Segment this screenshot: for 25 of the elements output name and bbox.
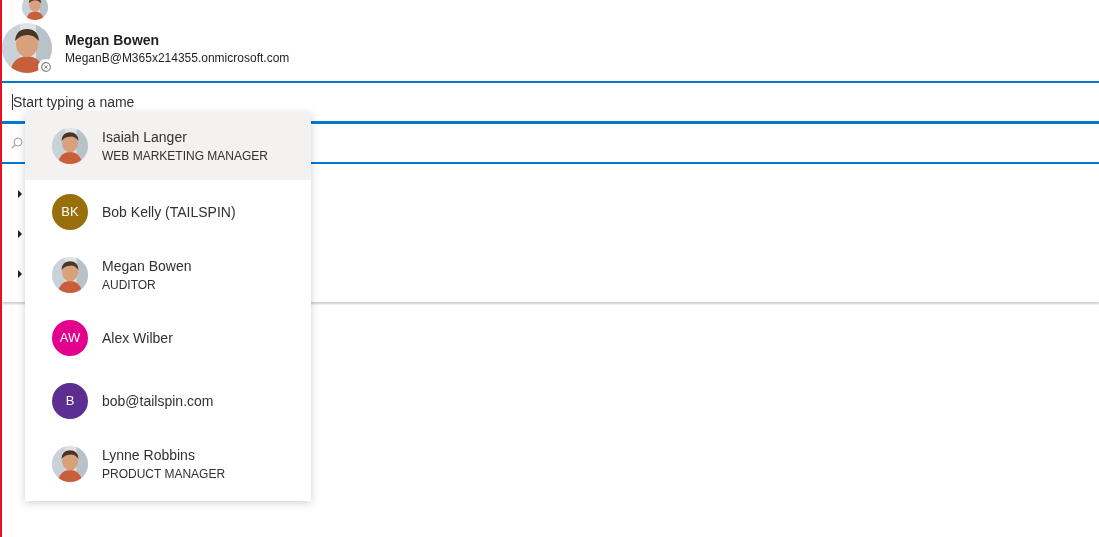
suggestion-name: Megan Bowen (102, 257, 192, 274)
suggestion-item[interactable]: AW Alex Wilber (25, 306, 311, 369)
suggestion-item[interactable]: BK Bob Kelly (TAILSPIN) (25, 180, 311, 243)
suggestion-item[interactable]: Megan Bowen AUDITOR (25, 243, 311, 306)
suggestion-name: Alex Wilber (102, 329, 173, 346)
initials-avatar: B (52, 382, 88, 419)
suggestion-item[interactable]: Isaiah Langer WEB MARKETING MANAGER (25, 112, 311, 180)
expand-caret-icon[interactable] (17, 190, 23, 198)
persona-name: Megan Bowen (65, 31, 161, 48)
suggestion-item[interactable]: Lynne Robbins PRODUCT MANAGER (25, 432, 311, 495)
search-icon (11, 137, 23, 149)
initials-avatar: BK (52, 193, 88, 230)
persona-email: MeganB@M365x214355.onmicrosoft.com (65, 50, 290, 65)
close-icon (41, 62, 51, 72)
suggestion-name: bob@tailspin.com (102, 392, 214, 409)
suggestion-title: PRODUCT MANAGER (102, 466, 226, 481)
suggestion-name: Bob Kelly (TAILSPIN) (102, 203, 236, 220)
suggestion-name: Isaiah Langer (102, 129, 188, 145)
expand-caret-icon[interactable] (17, 270, 23, 278)
suggestion-item[interactable]: B bob@tailspin.com (25, 369, 311, 432)
suggestion-name: Lynne Robbins (102, 446, 196, 463)
suggestion-title: AUDITOR (102, 277, 157, 292)
initials-avatar: AW (52, 319, 88, 356)
expand-caret-icon[interactable] (17, 230, 23, 238)
suggestion-title: WEB MARKETING MANAGER (102, 149, 268, 163)
